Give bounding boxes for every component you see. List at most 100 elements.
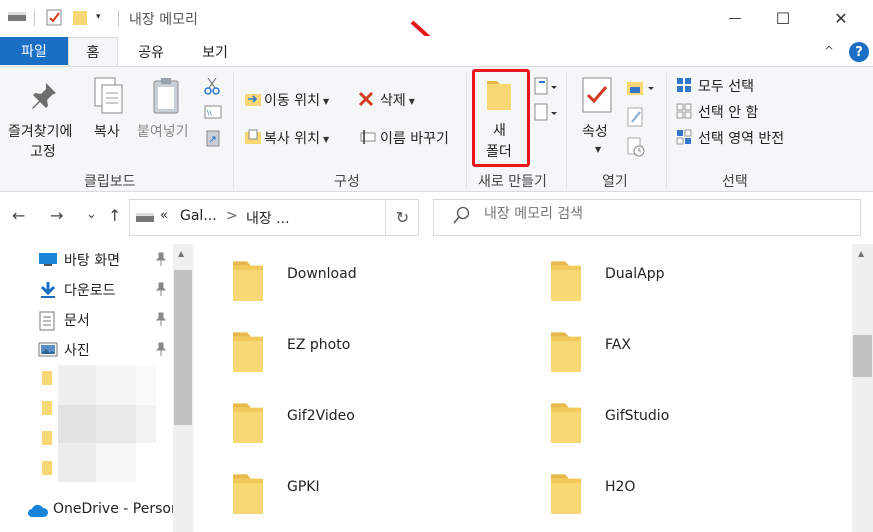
collapse-ribbon-icon[interactable]: ^ [824, 44, 834, 58]
history-icon[interactable] [627, 137, 645, 157]
pin-icon[interactable] [155, 252, 167, 266]
quick-access-dropdown[interactable]: ▾ [96, 12, 101, 22]
onedrive-icon [28, 504, 49, 517]
recent-locations-button[interactable]: ⌄ [86, 207, 97, 222]
group-separator [666, 73, 667, 189]
group-separator [466, 73, 467, 189]
move-to-label: 이동 위치 [264, 93, 320, 109]
tab-share[interactable]: 공유 [118, 37, 184, 66]
chevron-down-icon[interactable]: ▼ [595, 145, 601, 154]
new-item-icon[interactable] [534, 77, 558, 97]
nav-item-label: 문서 [64, 313, 90, 329]
pin-icon[interactable] [155, 342, 167, 356]
forward-button[interactable]: → [50, 206, 63, 225]
separator [118, 10, 119, 26]
open-icon[interactable] [626, 79, 656, 97]
select-none-button[interactable]: 선택 안 함 [698, 102, 758, 122]
nav-scrollbar-thumb[interactable] [174, 270, 192, 425]
nav-item-onedrive[interactable]: OneDrive - Person [0, 496, 173, 524]
group-label-new: 새로 만들기 [478, 174, 547, 190]
scroll-up-icon[interactable]: ▲ [178, 249, 184, 258]
paste-label[interactable]: 붙여넣기 [137, 121, 189, 141]
file-name: FAX [605, 337, 631, 353]
breadcrumb-galaxy[interactable]: Gal... [180, 208, 217, 224]
file-name: Gif2Video [287, 408, 355, 424]
select-all-icon[interactable] [676, 77, 692, 93]
copy-label[interactable]: 복사 [94, 121, 120, 141]
properties-label[interactable]: 속성 [582, 121, 608, 141]
select-none-icon[interactable] [676, 103, 692, 119]
address-overflow[interactable]: « [160, 208, 168, 223]
copy-to-button[interactable]: 복사 위치 ▼ [264, 128, 329, 148]
copy-icon[interactable] [94, 77, 124, 115]
pin-label[interactable]: 즐겨찾기에 [8, 121, 72, 141]
new-folder-quick-icon[interactable] [72, 10, 88, 26]
select-all-button[interactable]: 모두 선택 [698, 76, 754, 96]
up-button[interactable]: ↑ [108, 206, 121, 225]
help-icon[interactable]: ? [849, 42, 869, 62]
tab-file[interactable]: 파일 [0, 37, 68, 65]
minimize-button[interactable]: — [712, 0, 758, 36]
copy-path-icon[interactable]: \\ [204, 105, 222, 119]
nav-item-pictures[interactable]: 사진 [0, 335, 172, 363]
copy-to-icon[interactable] [244, 129, 262, 145]
main-scrollbar[interactable] [852, 244, 873, 532]
copy-to-label: 복사 위치 [264, 131, 320, 147]
nav-item-desktop[interactable]: 바탕 화면 [0, 245, 172, 273]
edit-icon[interactable] [627, 107, 645, 127]
breadcrumb-separator[interactable]: > [226, 208, 238, 224]
nav-item-label: 사진 [64, 343, 90, 359]
pin-icon[interactable] [155, 312, 167, 326]
pin-label-2[interactable]: 고정 [30, 141, 56, 161]
refresh-icon: ↻ [395, 208, 410, 227]
rename-button[interactable]: 이름 바꾸기 [380, 128, 449, 148]
file-name: GifStudio [605, 408, 670, 424]
move-to-button[interactable]: 이동 위치 ▼ [264, 90, 329, 110]
drive-icon [136, 213, 154, 222]
search-icon [453, 206, 470, 224]
desktop-icon [39, 253, 57, 266]
scroll-up-icon[interactable]: ▲ [858, 249, 864, 258]
minimize-icon: — [728, 10, 742, 26]
folder-icon[interactable] [42, 371, 52, 385]
main-scrollbar-thumb[interactable] [853, 335, 872, 377]
easy-access-icon[interactable] [534, 103, 558, 123]
cut-icon[interactable] [204, 77, 220, 95]
folder-icon[interactable] [42, 401, 52, 415]
maximize-button[interactable]: ☐ [760, 0, 806, 36]
close-button[interactable]: ✕ [818, 0, 864, 36]
folder-icon[interactable] [42, 461, 52, 475]
breadcrumb-internal-memory[interactable]: 내장 ... [246, 208, 290, 228]
folder-icon[interactable] [42, 431, 52, 445]
ribbon-tabs: 파일 홈 공유 보기 ^ ? [0, 36, 873, 66]
tab-view[interactable]: 보기 [184, 37, 246, 66]
back-button[interactable]: ← [12, 206, 25, 225]
pin-icon[interactable] [155, 282, 167, 296]
nav-item-documents[interactable]: 문서 [0, 305, 172, 333]
rename-icon[interactable] [358, 129, 376, 145]
chevron-down-icon: ▼ [322, 134, 330, 144]
delete-button[interactable]: 삭제 ▼ [380, 90, 415, 110]
folder-icon [551, 332, 581, 372]
delete-icon[interactable] [358, 91, 374, 107]
folder-icon [551, 261, 581, 301]
move-to-icon[interactable] [244, 91, 262, 107]
window-title: 내장 메모리 [129, 12, 198, 28]
tab-home[interactable]: 홈 [68, 37, 118, 66]
refresh-button[interactable]: ↻ [385, 199, 419, 236]
onedrive-label: OneDrive - Person [53, 501, 173, 517]
paste-shortcut-icon[interactable] [206, 129, 220, 147]
paste-icon[interactable] [152, 77, 182, 115]
download-icon [40, 282, 56, 298]
properties-check-icon[interactable] [46, 9, 62, 26]
properties-icon[interactable] [582, 77, 612, 113]
drive-icon[interactable] [8, 12, 26, 22]
file-name: Download [287, 266, 357, 282]
delete-label: 삭제 [380, 93, 406, 109]
pin-icon[interactable] [30, 81, 58, 111]
invert-selection-icon[interactable] [676, 129, 692, 145]
file-name: H2O [605, 479, 636, 495]
search-input[interactable] [484, 206, 844, 222]
nav-item-downloads[interactable]: 다운로드 [0, 275, 172, 303]
invert-selection-button[interactable]: 선택 영역 반전 [698, 128, 784, 148]
